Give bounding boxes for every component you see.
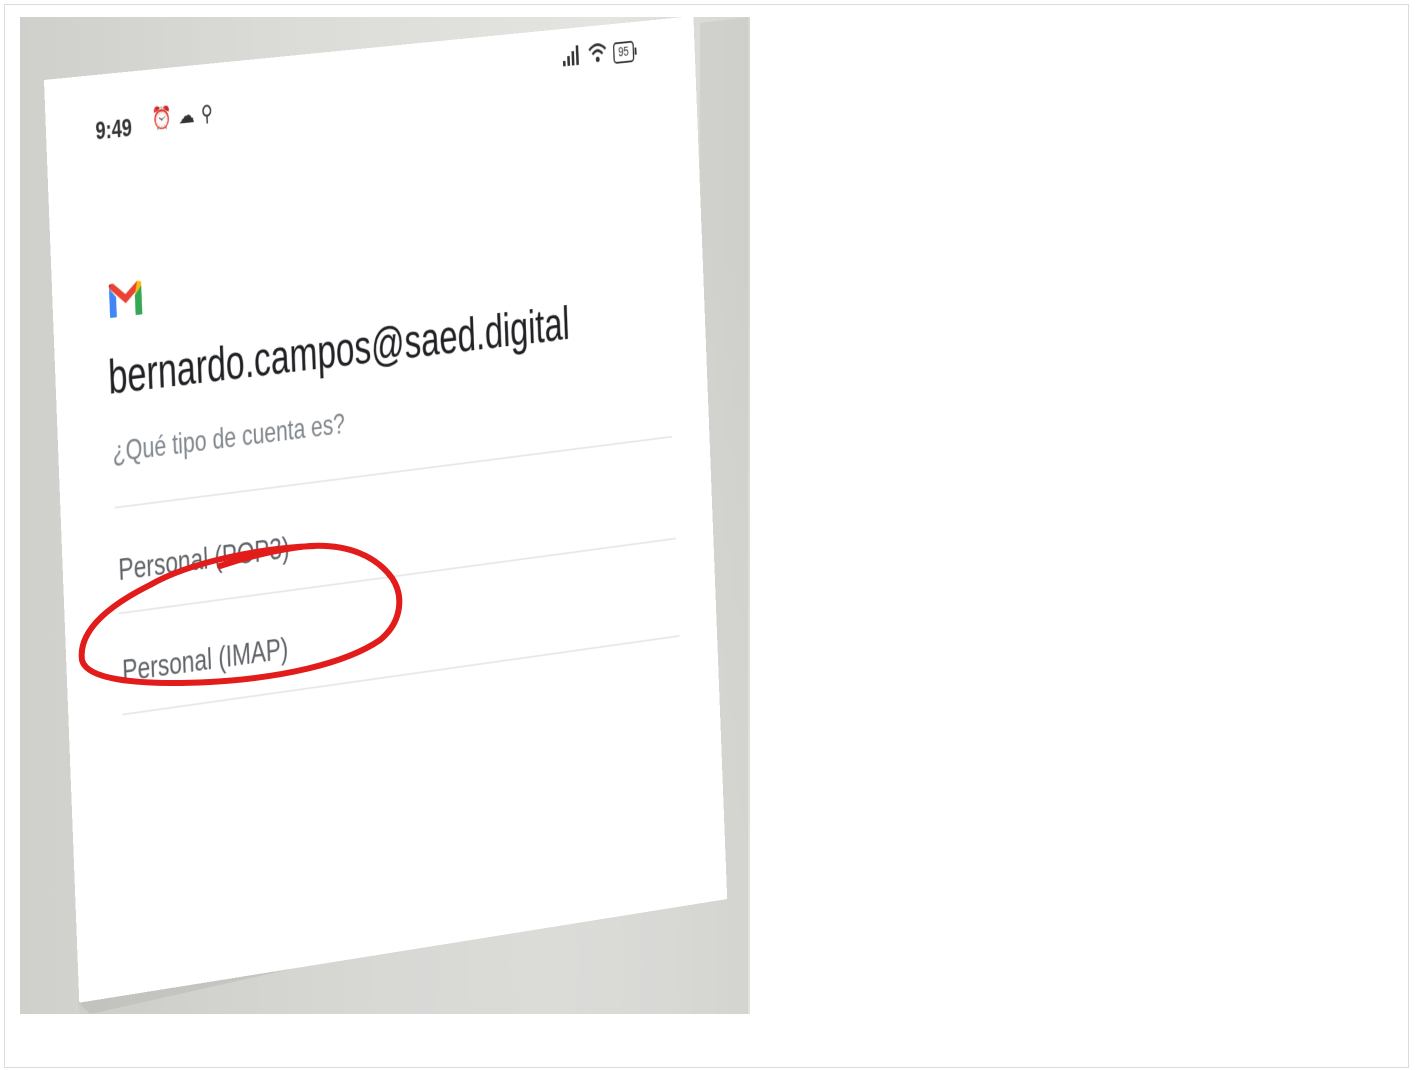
phone-photo: 9:49 ⏰☁⚲ 95 bernardo.campos@saed.digital… bbox=[20, 17, 750, 1014]
location-icon: ⚲ bbox=[201, 100, 220, 127]
cloud-icon: ☁ bbox=[178, 102, 202, 129]
alarm-icon: ⏰ bbox=[151, 104, 179, 131]
gmail-logo-icon bbox=[106, 277, 145, 322]
battery-icon: 95 bbox=[613, 41, 634, 64]
status-right-icons: 95 bbox=[562, 38, 634, 72]
account-email: bernardo.campos@saed.digital bbox=[107, 297, 570, 405]
option-personal-imap[interactable]: Personal (IMAP) bbox=[122, 631, 289, 690]
account-type-question: ¿Qué tipo de cuenta es? bbox=[112, 407, 346, 469]
option-personal-pop3[interactable]: Personal (POP3) bbox=[118, 530, 290, 588]
wifi-icon bbox=[588, 41, 608, 70]
status-left-icons: ⏰☁⚲ bbox=[151, 99, 220, 132]
signal-icon bbox=[562, 43, 582, 72]
phone-screen: 9:49 ⏰☁⚲ 95 bernardo.campos@saed.digital… bbox=[44, 17, 727, 1003]
status-time: 9:49 bbox=[95, 114, 132, 146]
